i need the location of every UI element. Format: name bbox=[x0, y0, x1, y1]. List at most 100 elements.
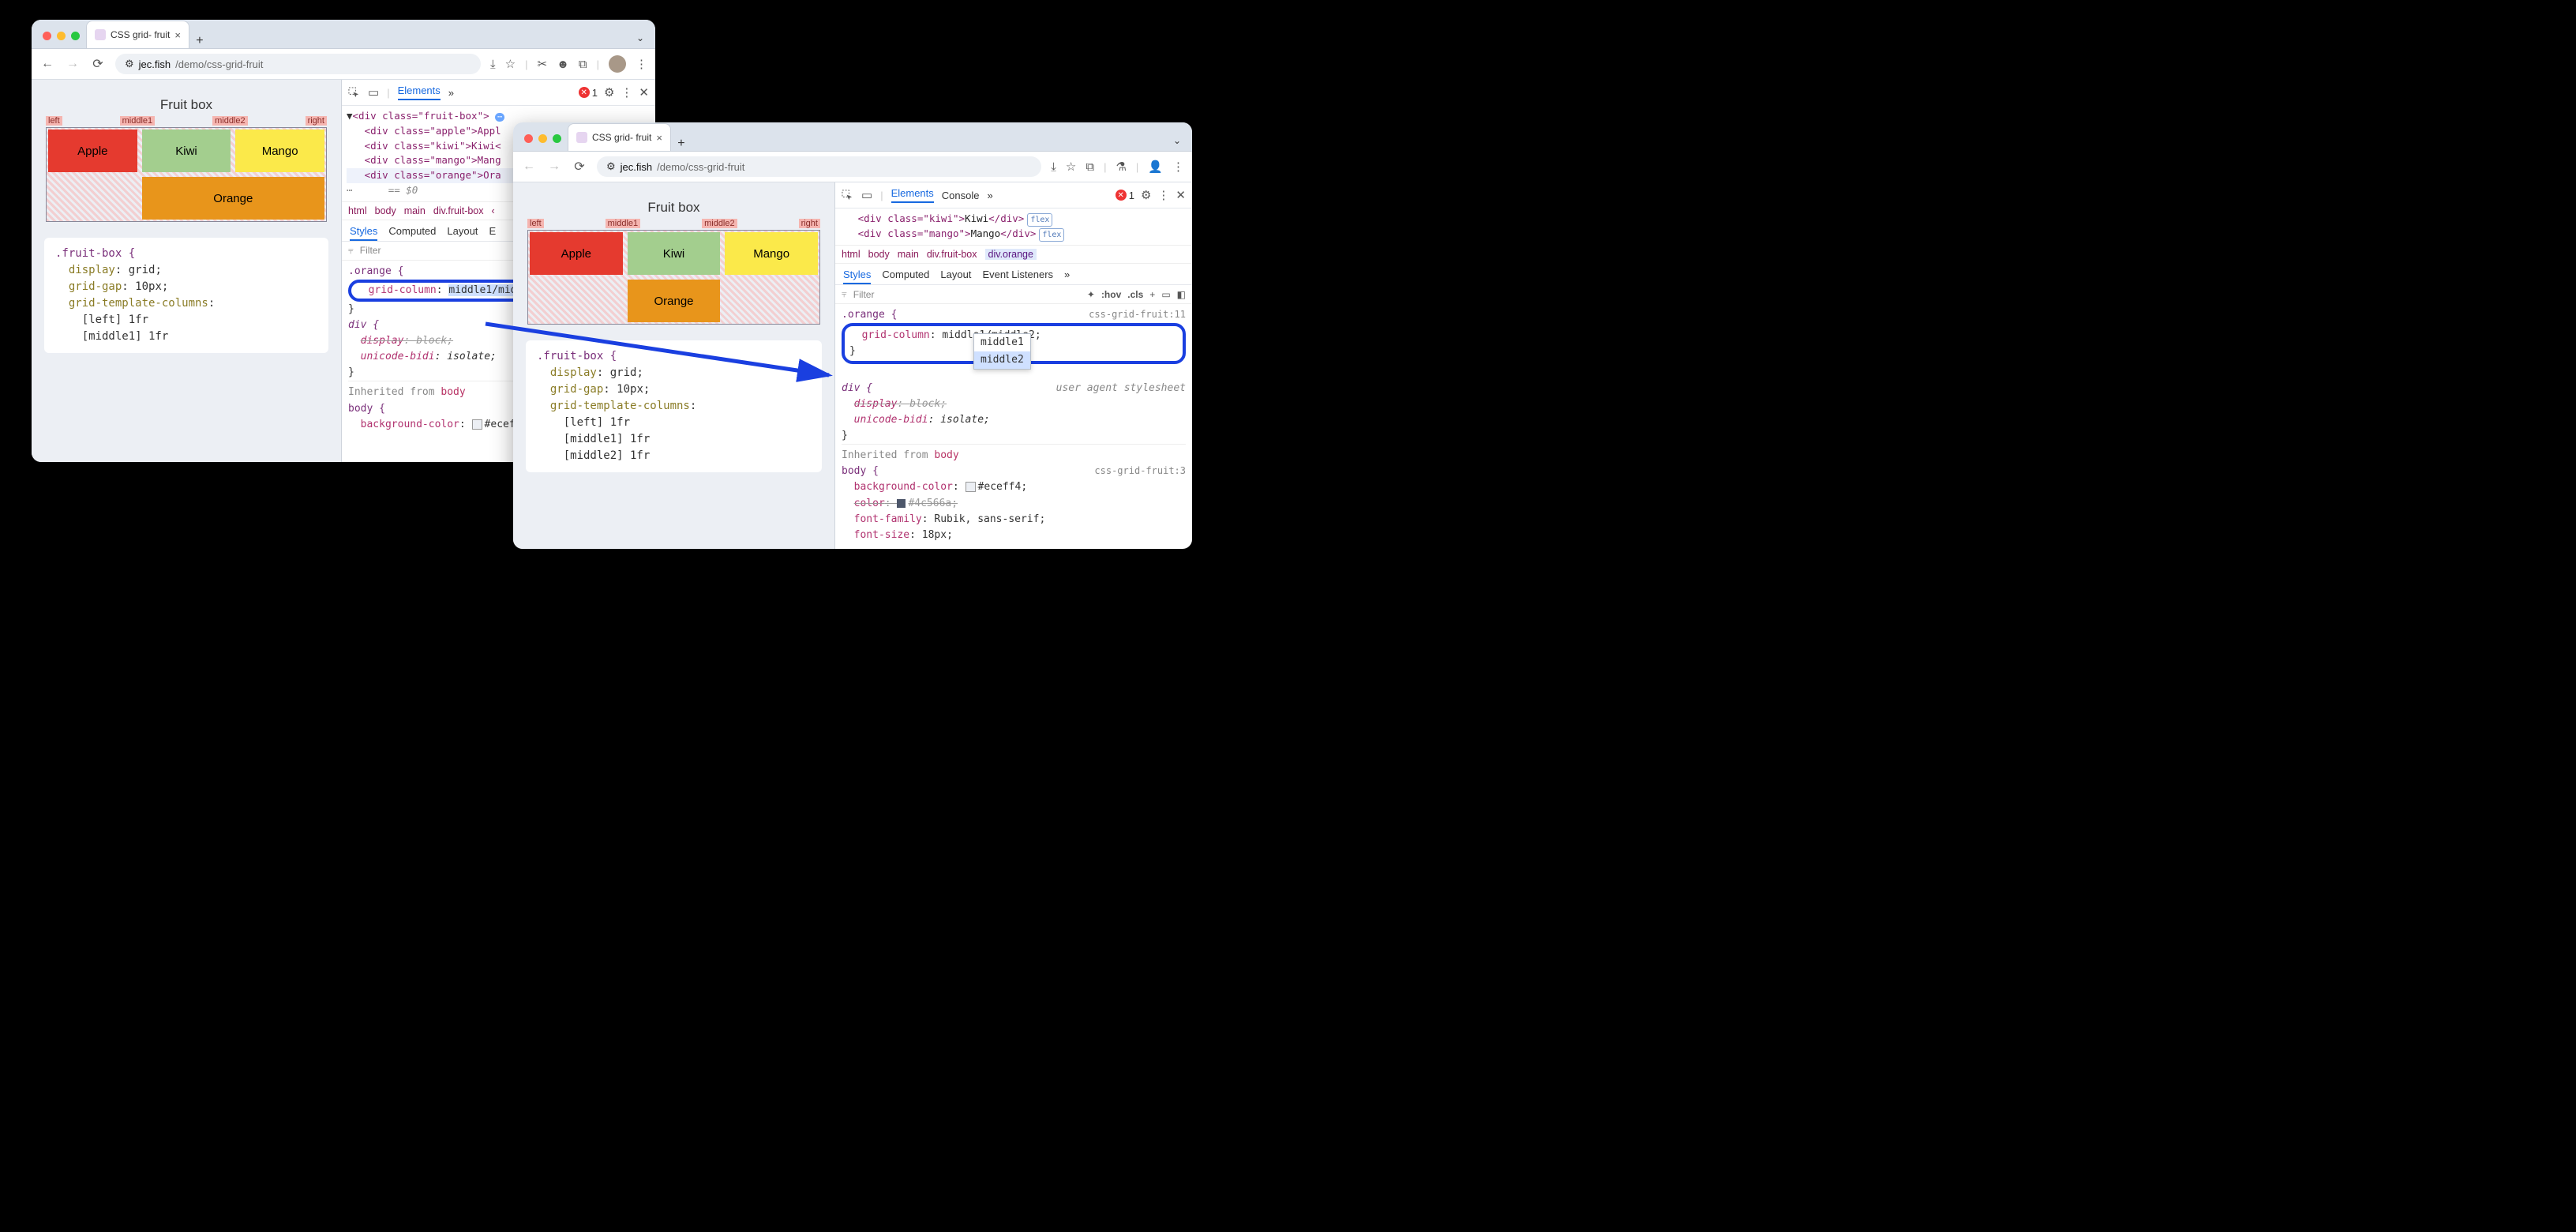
panel-tab-elements[interactable]: Elements bbox=[891, 187, 934, 203]
scissors-icon[interactable]: ✂ bbox=[538, 57, 548, 71]
close-btn[interactable] bbox=[43, 32, 51, 40]
devtools-toolbar: ▭ | Elements » ✕1 ⚙ ⋮ ✕ bbox=[342, 80, 655, 106]
ai-icon[interactable]: ✦ bbox=[1087, 289, 1095, 300]
styles-pane[interactable]: .orange {css-grid-fruit:11 grid-column: … bbox=[835, 304, 1192, 547]
forward-button: → bbox=[546, 160, 562, 174]
tab-computed[interactable]: Computed bbox=[388, 225, 436, 241]
error-counter[interactable]: ✕1 bbox=[1116, 190, 1134, 201]
cell-orange: Orange bbox=[628, 280, 721, 322]
more-tabs-icon[interactable]: » bbox=[1064, 269, 1070, 284]
reload-button[interactable]: ⟳ bbox=[90, 56, 106, 72]
site-info-icon[interactable]: ⚙ bbox=[606, 160, 616, 173]
bookmark-icon[interactable]: ☆ bbox=[1066, 160, 1076, 174]
site-info-icon[interactable]: ⚙ bbox=[125, 58, 134, 70]
inspect-icon[interactable] bbox=[348, 87, 360, 99]
back-button[interactable]: ← bbox=[39, 57, 55, 71]
panel-tab-elements[interactable]: Elements bbox=[398, 85, 441, 100]
menu-icon[interactable]: ⋮ bbox=[636, 57, 647, 71]
devtools-toolbar: ▭ | Elements Console » ✕1 ⚙ ⋮ ✕ bbox=[835, 182, 1192, 208]
tab-events[interactable]: Event Listeners bbox=[982, 269, 1053, 284]
tabs-menu-button[interactable]: ⌄ bbox=[630, 32, 651, 48]
grid-line-labels: left middle1 middle2 right bbox=[44, 116, 328, 126]
menu-icon[interactable]: ⋮ bbox=[1172, 160, 1184, 174]
panel-tab-console[interactable]: Console bbox=[942, 190, 980, 201]
settings-icon[interactable]: ⚙ bbox=[1141, 188, 1151, 202]
styles-filter-bar: ⫧ Filter ✦ :hov .cls + ▭ ◧ bbox=[835, 285, 1192, 304]
new-rule-icon[interactable]: + bbox=[1149, 289, 1155, 300]
settings-icon[interactable]: ⚙ bbox=[604, 85, 614, 100]
close-tab-icon[interactable]: × bbox=[656, 132, 662, 144]
tab-events[interactable]: E bbox=[489, 225, 496, 241]
tab-layout[interactable]: Layout bbox=[940, 269, 971, 284]
more-tabs-icon[interactable]: » bbox=[987, 190, 992, 201]
window-controls[interactable] bbox=[36, 32, 86, 48]
labs-icon[interactable]: ⚗ bbox=[1116, 160, 1126, 174]
window-controls[interactable] bbox=[518, 134, 568, 151]
new-tab-button[interactable]: + bbox=[189, 34, 210, 48]
tab-title: CSS grid- fruit bbox=[111, 29, 170, 40]
install-icon[interactable]: ⤓ bbox=[490, 58, 496, 71]
extensions-icon[interactable]: ⧉ bbox=[579, 58, 587, 71]
dropdown-option-selected[interactable]: middle2 bbox=[974, 351, 1030, 369]
page-heading: Fruit box bbox=[526, 200, 822, 216]
address-bar[interactable]: ⚙ jec.fish/demo/css-grid-fruit bbox=[597, 156, 1041, 177]
close-devtools-icon[interactable]: ✕ bbox=[639, 85, 649, 100]
browser-tab[interactable]: CSS grid- fruit × bbox=[568, 123, 671, 151]
profile-avatar[interactable] bbox=[609, 55, 626, 73]
tab-styles[interactable]: Styles bbox=[350, 225, 377, 241]
cell-mango: Mango bbox=[235, 130, 324, 172]
page-viewport: Fruit box left middle1 middle2 right App… bbox=[513, 182, 834, 549]
profile-icon[interactable]: 👤 bbox=[1148, 160, 1163, 174]
cls-toggle[interactable]: .cls bbox=[1127, 289, 1143, 300]
cell-empty bbox=[530, 280, 623, 322]
tab-styles[interactable]: Styles bbox=[843, 269, 871, 284]
device-mode-icon[interactable]: ▭ bbox=[861, 188, 872, 202]
tab-computed[interactable]: Computed bbox=[882, 269, 929, 284]
more-tabs-icon[interactable]: » bbox=[448, 87, 454, 99]
dom-tree[interactable]: <div class="kiwi">Kiwi</div>flex <div cl… bbox=[835, 208, 1192, 245]
kebab-icon[interactable]: ⋮ bbox=[621, 85, 632, 100]
url-host: jec.fish bbox=[621, 161, 652, 173]
browser-tab[interactable]: CSS grid- fruit × bbox=[86, 21, 189, 48]
cell-apple: Apple bbox=[48, 130, 137, 172]
device-icon[interactable]: ▭ bbox=[1161, 289, 1170, 300]
address-bar[interactable]: ⚙ jec.fish/demo/css-grid-fruit bbox=[115, 54, 481, 74]
tab-strip: CSS grid- fruit × + ⌄ bbox=[513, 122, 1192, 152]
device-mode-icon[interactable]: ▭ bbox=[368, 85, 379, 100]
dropdown-option[interactable]: middle1 bbox=[974, 334, 1030, 351]
reload-button[interactable]: ⟳ bbox=[572, 159, 587, 175]
minimize-btn[interactable] bbox=[538, 134, 547, 143]
close-tab-icon[interactable]: × bbox=[174, 29, 181, 41]
cell-empty bbox=[48, 177, 137, 220]
grid-column-edit-highlight: grid-column: middle1/mid; bbox=[348, 280, 531, 302]
extensions-icon[interactable]: ⧉ bbox=[1086, 160, 1094, 174]
robot-icon[interactable]: ☻ bbox=[557, 58, 569, 71]
new-tab-button[interactable]: + bbox=[671, 137, 692, 151]
sidebar-icon[interactable]: ◧ bbox=[1177, 289, 1186, 300]
devtools-panel: ▭ | Elements Console » ✕1 ⚙ ⋮ ✕ <div cla… bbox=[834, 182, 1192, 549]
inspect-icon[interactable] bbox=[842, 190, 853, 201]
hov-toggle[interactable]: :hov bbox=[1101, 289, 1121, 300]
zoom-btn[interactable] bbox=[71, 32, 80, 40]
cell-kiwi: Kiwi bbox=[628, 232, 721, 275]
zoom-btn[interactable] bbox=[553, 134, 561, 143]
breadcrumb[interactable]: htmlbodymaindiv.fruit-boxdiv.orange bbox=[835, 245, 1192, 264]
kebab-icon[interactable]: ⋮ bbox=[1157, 188, 1169, 202]
bookmark-icon[interactable]: ☆ bbox=[505, 57, 516, 71]
close-btn[interactable] bbox=[524, 134, 533, 143]
filter-input[interactable]: Filter bbox=[853, 289, 1081, 300]
cell-orange: Orange bbox=[142, 177, 324, 220]
url-path: /demo/css-grid-fruit bbox=[657, 161, 744, 173]
tab-layout[interactable]: Layout bbox=[447, 225, 478, 241]
cell-empty bbox=[725, 280, 818, 322]
minimize-btn[interactable] bbox=[57, 32, 66, 40]
cell-apple: Apple bbox=[530, 232, 623, 275]
autocomplete-dropdown[interactable]: middle1 middle2 bbox=[973, 333, 1031, 370]
tabs-menu-button[interactable]: ⌄ bbox=[1167, 135, 1187, 151]
forward-button: → bbox=[65, 57, 81, 71]
install-icon[interactable]: ⤓ bbox=[1051, 160, 1056, 174]
tab-title: CSS grid- fruit bbox=[592, 132, 651, 143]
close-devtools-icon[interactable]: ✕ bbox=[1176, 188, 1186, 202]
fruit-grid: Apple Kiwi Mango Orange bbox=[527, 230, 820, 325]
error-counter[interactable]: ✕1 bbox=[579, 87, 598, 99]
